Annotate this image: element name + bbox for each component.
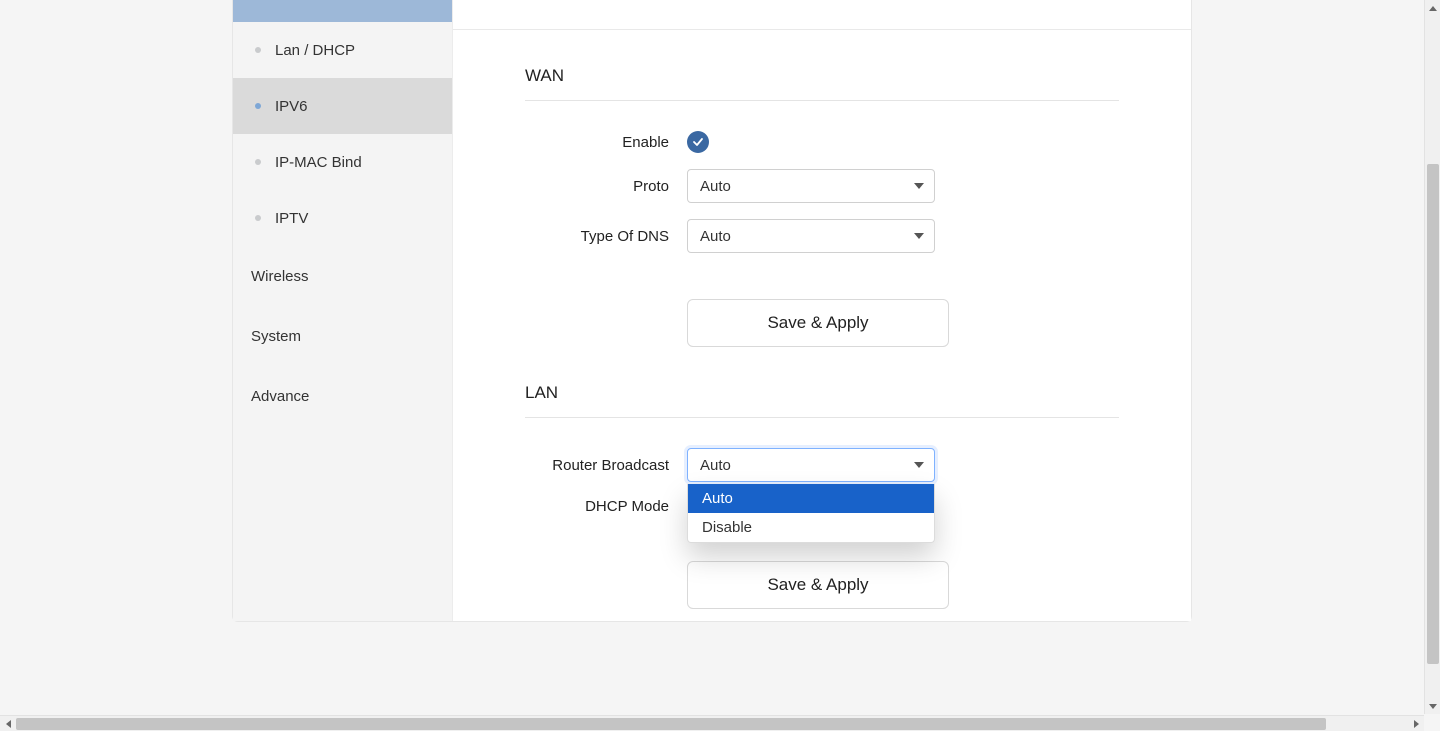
wan-dns-label: Type Of DNS <box>525 228 687 245</box>
main-content: WAN Enable Proto Auto <box>453 0 1191 621</box>
lan-section-title: LAN <box>525 383 1119 418</box>
lan-router-broadcast-select[interactable]: Auto <box>687 448 935 482</box>
horizontal-scrollbar[interactable] <box>0 715 1424 731</box>
bullet-icon <box>255 215 261 221</box>
main-header-divider <box>453 0 1191 30</box>
sidebar-item-wireless[interactable]: Wireless <box>233 246 452 306</box>
sidebar-item-ipv6[interactable]: IPV6 <box>233 78 452 134</box>
lan-save-apply-button[interactable]: Save & Apply <box>687 561 949 609</box>
wan-button-row: Save & Apply <box>525 299 1119 347</box>
vertical-scrollbar[interactable] <box>1424 0 1440 714</box>
sidebar-item-label: IPTV <box>275 210 308 227</box>
wan-proto-select[interactable]: Auto <box>687 169 935 203</box>
sidebar-item-label: IPV6 <box>275 98 308 115</box>
scroll-up-arrow-icon[interactable] <box>1425 0 1440 16</box>
dropdown-option-auto[interactable]: Auto <box>688 484 934 513</box>
wan-section-title: WAN <box>525 66 1119 101</box>
sidebar-item-label: Lan / DHCP <box>275 42 355 59</box>
sidebar-item-label: IP-MAC Bind <box>275 154 362 171</box>
check-icon <box>692 136 704 148</box>
bullet-icon <box>255 103 261 109</box>
lan-dhcp-mode-label: DHCP Mode <box>525 498 687 515</box>
bullet-icon <box>255 159 261 165</box>
lan-router-broadcast-row: Router Broadcast Auto Auto Disable <box>525 448 1119 482</box>
sidebar-active-parent-strip <box>233 0 452 22</box>
lan-button-row: Save & Apply <box>525 561 1119 609</box>
sidebar-item-ip-mac-bind[interactable]: IP-MAC Bind <box>233 134 452 190</box>
sidebar-item-label: Advance <box>251 388 309 405</box>
sidebar: Lan / DHCP IPV6 IP-MAC Bind IPTV Wireles… <box>233 0 453 621</box>
sidebar-item-advance[interactable]: Advance <box>233 366 452 426</box>
sidebar-item-lan-dhcp[interactable]: Lan / DHCP <box>233 22 452 78</box>
wan-dns-select[interactable]: Auto <box>687 219 935 253</box>
wan-enable-toggle[interactable] <box>687 131 709 153</box>
wan-section: WAN Enable Proto Auto <box>453 30 1191 347</box>
vertical-scroll-thumb[interactable] <box>1427 164 1439 664</box>
wan-enable-row: Enable <box>525 131 1119 153</box>
bullet-icon <box>255 47 261 53</box>
sidebar-item-label: System <box>251 328 301 345</box>
horizontal-scroll-thumb[interactable] <box>16 718 1326 730</box>
scroll-left-arrow-icon[interactable] <box>0 716 16 731</box>
main-container: Lan / DHCP IPV6 IP-MAC Bind IPTV Wireles… <box>232 0 1192 622</box>
wan-save-apply-button[interactable]: Save & Apply <box>687 299 949 347</box>
wan-dns-row: Type Of DNS Auto <box>525 219 1119 253</box>
wan-proto-label: Proto <box>525 178 687 195</box>
wan-proto-row: Proto Auto <box>525 169 1119 203</box>
dropdown-option-disable[interactable]: Disable <box>688 513 934 542</box>
router-broadcast-dropdown: Auto Disable <box>687 484 935 543</box>
lan-router-broadcast-label: Router Broadcast <box>525 457 687 474</box>
lan-section: LAN Router Broadcast Auto Auto Disable <box>453 347 1191 609</box>
wan-enable-label: Enable <box>525 134 687 151</box>
scroll-down-arrow-icon[interactable] <box>1425 698 1440 714</box>
sidebar-item-system[interactable]: System <box>233 306 452 366</box>
sidebar-item-iptv[interactable]: IPTV <box>233 190 452 246</box>
sidebar-item-label: Wireless <box>251 268 309 285</box>
scroll-right-arrow-icon[interactable] <box>1408 716 1424 731</box>
